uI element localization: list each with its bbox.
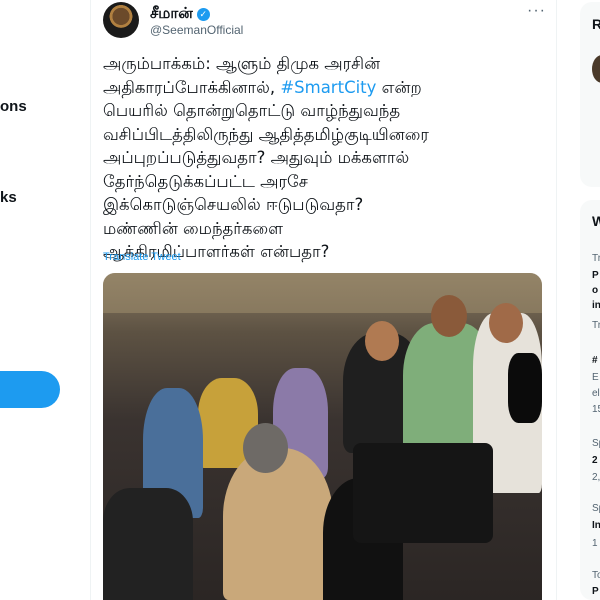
trend-context: To xyxy=(592,570,600,581)
trend-title[interactable]: 2 xyxy=(592,455,598,466)
tweet-text-line: மண்ணின் மைந்தர்களை xyxy=(103,218,283,238)
trend-count: 2, xyxy=(592,472,600,483)
left-navigation: ons ks xyxy=(0,0,90,600)
tweet-text-fragment: என்ற xyxy=(376,77,422,97)
trend-context: Tr xyxy=(592,320,600,331)
nav-item-bookmarks[interactable]: ks xyxy=(0,189,17,206)
tweet-text-line: அரும்பாக்கம்: ஆளும் திமுக அரசின் xyxy=(103,54,381,73)
hashtag-link[interactable]: #SmartCity xyxy=(280,78,376,97)
tweet-detail: சீமான் ✓ @SeemanOfficial ··· அரும்பாக்கம… xyxy=(90,0,556,600)
author-handle[interactable]: @SeemanOfficial xyxy=(150,23,243,37)
tweet-text-fragment: அதிகாரப்போக்கினால், xyxy=(103,77,281,97)
author-name-row[interactable]: சீமான் ✓ xyxy=(150,5,210,24)
tweet-text: அரும்பாக்கம்: ஆளும் திமுக அரசின் அதிகாரப… xyxy=(103,52,553,264)
tweet-button[interactable] xyxy=(0,371,60,408)
trend-context: Sp xyxy=(592,503,600,514)
trend-title[interactable]: In xyxy=(592,520,600,531)
tweet-text-line: பெயரில் தொன்றுதொட்டு வாழ்ந்துவந்த xyxy=(103,101,401,120)
translate-tweet-link[interactable]: Translate Tweet xyxy=(103,251,181,263)
sidebar-heading: R xyxy=(592,16,600,32)
right-sidebar: R W Tr P o in Tr # E el 15 Sp 2 2, Sp In… xyxy=(580,0,600,600)
trend-title[interactable]: in xyxy=(592,300,600,311)
trend-title[interactable]: P xyxy=(592,586,599,597)
tweet-text-line: இக்கொடுஞ்செயலில் ஈடுபடுவதா? xyxy=(103,195,364,214)
trend-context: Sp xyxy=(592,438,600,449)
verified-badge-icon: ✓ xyxy=(196,8,210,21)
trend-count: 15 xyxy=(592,404,600,415)
tweet-text-line: தேர்ந்தெடுக்கப்பட்ட அரசே xyxy=(103,171,308,191)
trend-context: Tr xyxy=(592,253,600,264)
trend-title[interactable]: o xyxy=(592,285,598,296)
tweet-text-line: அப்புறப்படுத்துவதா? அதுவும் மக்களால் xyxy=(103,148,410,167)
trend-title[interactable]: # xyxy=(592,355,598,366)
sidebar-heading: W xyxy=(592,213,600,229)
trend-context: E xyxy=(592,372,599,383)
tweet-text-line: வசிப்பிடத்திலிருந்து ஆதித்தமிழ்குடியினரை xyxy=(103,124,429,144)
author-display-name[interactable]: சீமான் xyxy=(150,5,193,24)
nav-item-notifications[interactable]: ons xyxy=(0,98,27,115)
tweet-text-line: அதிகாரப்போக்கினால், #SmartCity என்ற xyxy=(103,76,553,100)
avatar[interactable] xyxy=(103,2,139,38)
tweet-photo[interactable] xyxy=(103,273,542,600)
main-column-right-border xyxy=(556,0,557,600)
more-options-icon[interactable]: ··· xyxy=(527,2,546,20)
trend-context: el xyxy=(592,388,600,399)
trend-title[interactable]: P xyxy=(592,270,599,281)
trend-count: 1 xyxy=(592,538,598,549)
